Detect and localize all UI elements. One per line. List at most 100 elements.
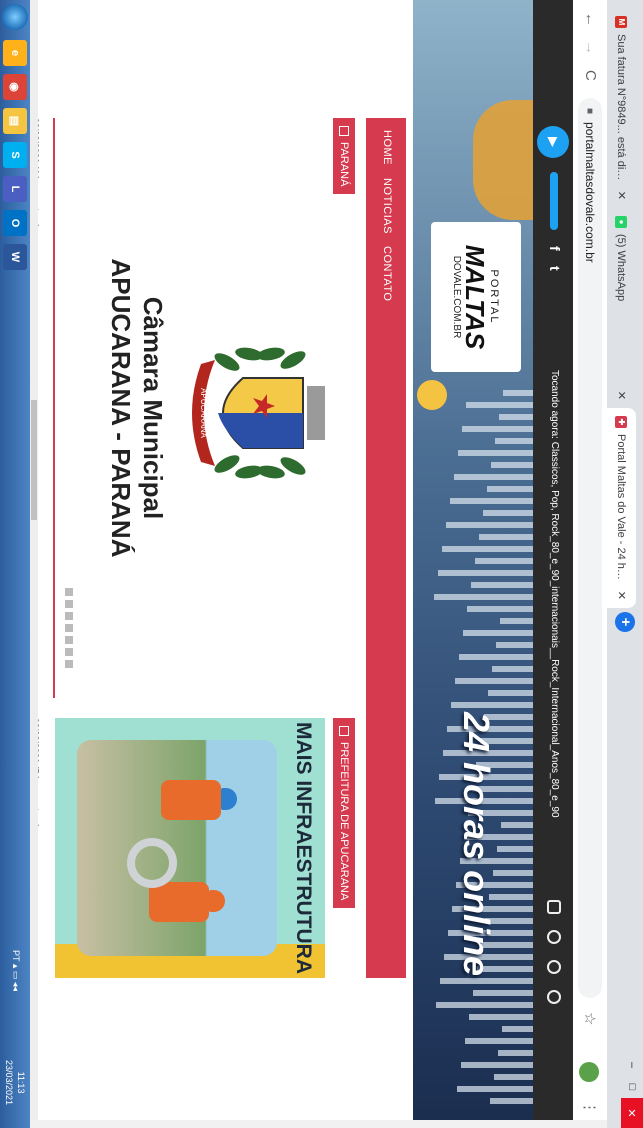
- whatsapp-share-icon[interactable]: [547, 960, 561, 974]
- slider-dots[interactable]: [65, 588, 73, 668]
- whatsapp-icon: ●: [615, 216, 628, 228]
- slider-dot[interactable]: [65, 600, 73, 608]
- language-indicator[interactable]: PT: [11, 950, 21, 961]
- equalizer-bar: [502, 1026, 533, 1032]
- close-window-button[interactable]: ✕: [621, 1098, 643, 1128]
- square-icon[interactable]: [547, 900, 561, 914]
- side-story[interactable]: PREFEITURA DE APUCARANA MAIS INFRAESTRUT…: [25, 718, 355, 978]
- chrome-icon[interactable]: ◉: [3, 74, 27, 100]
- equalizer-bar: [494, 1074, 533, 1080]
- url-bar[interactable]: ■ portalmaltasdovale.com.br: [578, 98, 602, 998]
- category-label: PREFEITURA DE APUCARANA: [338, 742, 350, 901]
- equalizer-bar: [500, 618, 533, 624]
- back-button[interactable]: ←: [582, 12, 599, 27]
- logo-sub: DOVALE.COM.BR: [451, 255, 463, 339]
- clock-date: 23/03/2021: [4, 1060, 14, 1106]
- twitter-icon[interactable]: t: [547, 266, 563, 271]
- promo-image[interactable]: MAIS INFRAESTRUTURA: [55, 718, 325, 978]
- slider-dot[interactable]: [65, 588, 73, 596]
- ie-icon[interactable]: e: [3, 40, 27, 66]
- skype-icon[interactable]: S: [3, 142, 27, 168]
- tray-icons[interactable]: ▴ ▭ ◂◂: [11, 964, 21, 991]
- portal-icon: ✚: [615, 416, 628, 428]
- outlook-icon[interactable]: O: [3, 210, 27, 236]
- tab-label: Sua fatura N°9849... está dispon: [615, 34, 628, 185]
- crest-blue-field: [218, 413, 303, 448]
- url-text: portalmaltasdovale.com.br: [583, 122, 597, 263]
- equalizer-bar: [495, 438, 533, 444]
- slider-dot[interactable]: [65, 624, 73, 632]
- crest-banner-text: APUCARANA: [199, 388, 208, 438]
- laurel-right: [214, 455, 306, 479]
- story-title[interactable]: Câmara Municipal APUCARANA - PARANÁ: [105, 118, 169, 698]
- forward-button[interactable]: →: [582, 40, 599, 55]
- slider-dot[interactable]: [65, 612, 73, 620]
- helmet-graphic: [209, 890, 225, 912]
- logo-main: MALTAS: [460, 244, 491, 350]
- main-story[interactable]: PARANÁ APUCARANA Câmara Municipal APUCAR…: [45, 118, 355, 698]
- new-tab-button[interactable]: +: [615, 612, 635, 632]
- tab-whatsapp[interactable]: ● (5) WhatsApp ✕: [607, 208, 636, 408]
- equalizer-bar: [451, 702, 533, 708]
- equalizer-bar: [503, 390, 533, 396]
- equalizer-bar: [467, 606, 533, 612]
- equalizer-bar: [499, 414, 533, 420]
- slider-dot[interactable]: [65, 636, 73, 644]
- divider: [53, 118, 55, 698]
- volume-slider[interactable]: [550, 172, 558, 230]
- story-title-line2: APUCARANA - PARANÁ: [106, 258, 136, 558]
- workers-photo: [77, 740, 277, 956]
- nav-noticias[interactable]: NOTICIAS: [381, 178, 393, 234]
- slider-dot[interactable]: [65, 648, 73, 656]
- minimize-button[interactable]: –: [621, 1054, 643, 1076]
- tab-label: Portal Maltas do Vale - 24 horas: [615, 434, 628, 585]
- explorer-icon[interactable]: ▤: [3, 108, 27, 134]
- nav-home[interactable]: HOME: [381, 130, 393, 165]
- category-tag[interactable]: PREFEITURA DE APUCARANA: [333, 718, 355, 909]
- hero-person-graphic: [473, 100, 533, 220]
- equalizer-bar: [461, 1062, 533, 1068]
- tag-icon: [339, 126, 349, 136]
- category-tag[interactable]: PARANÁ: [333, 118, 355, 195]
- address-bar-row: ← → C ■ portalmaltasdovale.com.br ☆ ⋮: [572, 0, 607, 1128]
- close-icon[interactable]: ✕: [615, 191, 628, 200]
- slider-dot[interactable]: [65, 660, 73, 668]
- hero-banner: PORTAL MALTAS DOVALE.COM.BR 24 horas onl…: [413, 0, 533, 1128]
- helmet-graphic: [221, 788, 237, 810]
- clock[interactable]: 11:13 23/03/2021: [3, 1060, 27, 1105]
- site-logo[interactable]: PORTAL MALTAS DOVALE.COM.BR: [431, 222, 521, 372]
- story-title-line1: Câmara Municipal: [138, 296, 168, 520]
- play-button[interactable]: ▶: [537, 126, 569, 158]
- maximize-button[interactable]: □: [621, 1076, 643, 1098]
- tab-gmail[interactable]: M Sua fatura N°9849... está dispon ✕: [607, 8, 636, 208]
- reload-button[interactable]: C: [582, 70, 599, 81]
- laurel-left: [214, 347, 306, 371]
- promo-headline: MAIS INFRAESTRUTURA: [292, 722, 315, 974]
- bookmark-star-icon[interactable]: ☆: [581, 1012, 599, 1025]
- equalizer-bar: [463, 630, 533, 636]
- equalizer-bar: [457, 1086, 533, 1092]
- browser-menu-icon[interactable]: ⋮: [581, 1100, 599, 1115]
- close-icon[interactable]: ✕: [615, 591, 628, 600]
- teams-icon[interactable]: L: [3, 176, 27, 202]
- equalizer-bar: [455, 678, 533, 684]
- facebook-icon[interactable]: f: [547, 246, 563, 251]
- nav-contato[interactable]: CONTATO: [381, 246, 393, 301]
- tab-bar: M Sua fatura N°9849... está dispon ✕ ● (…: [607, 0, 643, 1128]
- skype-share-icon[interactable]: [547, 990, 561, 1004]
- scrollbar-thumb[interactable]: [31, 400, 37, 520]
- close-icon[interactable]: ✕: [615, 391, 628, 400]
- equalizer-bar: [465, 1038, 533, 1044]
- equalizer-bar: [479, 534, 533, 540]
- vertical-scrollbar[interactable]: [30, 1120, 607, 1128]
- word-icon[interactable]: W: [3, 244, 27, 270]
- horizontal-scrollbar[interactable]: [30, 0, 38, 1128]
- equalizer-bar: [475, 558, 533, 564]
- equalizer-bar: [454, 474, 533, 480]
- tab-portal[interactable]: ✚ Portal Maltas do Vale - 24 horas ✕: [607, 408, 636, 608]
- circle-icon[interactable]: [547, 930, 561, 944]
- equalizer-bar: [450, 498, 533, 504]
- equalizer-bar: [462, 426, 533, 432]
- profile-avatar[interactable]: [579, 1062, 599, 1082]
- start-button[interactable]: [2, 4, 28, 30]
